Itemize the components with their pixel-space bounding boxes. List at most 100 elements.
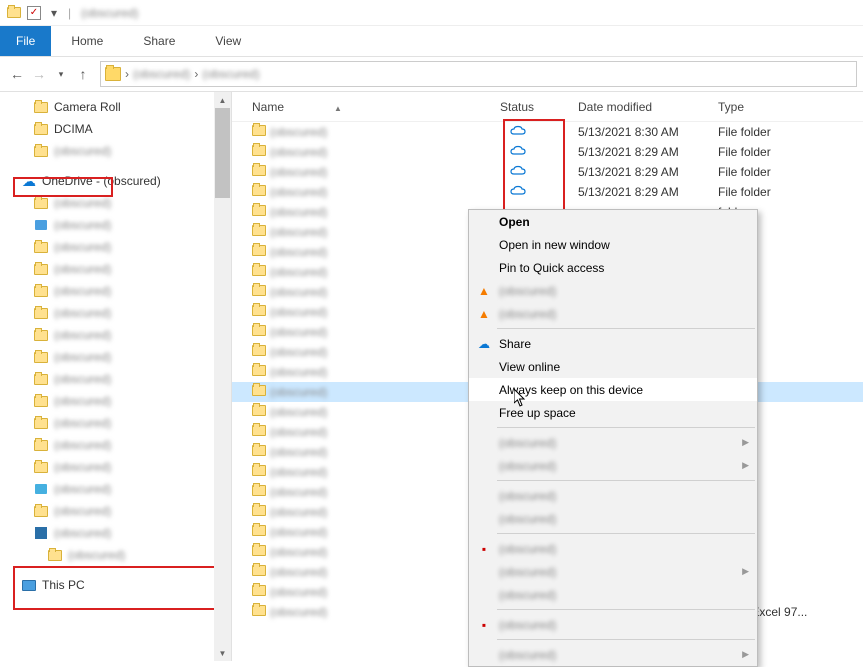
ctx-view-online[interactable]: View online: [469, 355, 757, 378]
tree-item[interactable]: This PC: [0, 574, 231, 596]
folder-icon: [32, 371, 50, 387]
folder-icon: [252, 145, 270, 159]
file-row[interactable]: (obscured)5/13/2021 8:29 AMFile folder: [232, 142, 863, 162]
breadcrumb-1[interactable]: (obscured): [133, 67, 190, 81]
file-status: [500, 125, 578, 140]
tree-item[interactable]: (obscured): [0, 140, 231, 162]
file-name: (obscured): [270, 205, 500, 219]
ctx-vlc-1[interactable]: ▲(obscured): [469, 279, 757, 302]
ctx-blur-1[interactable]: (obscured)▶: [469, 431, 757, 454]
tree-item[interactable]: (obscured): [0, 500, 231, 522]
tree-item[interactable]: (obscured): [0, 214, 231, 236]
column-headers: Name▲ Status Date modified Type: [232, 92, 863, 122]
tree-item[interactable]: (obscured): [0, 236, 231, 258]
tree-item[interactable]: (obscured): [0, 456, 231, 478]
folder-icon: [252, 385, 270, 399]
file-name: (obscured): [270, 285, 500, 299]
file-name: (obscured): [270, 345, 500, 359]
sidebar-scrollbar[interactable]: ▲ ▼: [214, 92, 231, 661]
ctx-open-new-window[interactable]: Open in new window: [469, 233, 757, 256]
tree-item[interactable]: (obscured): [0, 522, 231, 544]
tree-item[interactable]: (obscured): [0, 280, 231, 302]
scroll-thumb[interactable]: [215, 108, 230, 198]
chevron-right-icon: ▶: [742, 460, 749, 471]
qat-checkbox-icon[interactable]: ✓: [24, 6, 44, 20]
tree-item[interactable]: (obscured): [0, 544, 231, 566]
tree-item-label: (obscured): [54, 240, 111, 254]
home-tab[interactable]: Home: [51, 28, 123, 54]
tree-item[interactable]: (obscured): [0, 192, 231, 214]
navigation-pane: Camera RollDCIMA(obscured)☁OneDrive - (o…: [0, 92, 232, 661]
folder-icon: [252, 125, 270, 139]
tree-item[interactable]: (obscured): [0, 258, 231, 280]
ctx-vlc-2[interactable]: ▲(obscured): [469, 302, 757, 325]
tree-item-label: (obscured): [54, 482, 111, 496]
qat-dropdown-icon[interactable]: ▾: [44, 6, 64, 20]
forward-button[interactable]: →: [28, 66, 50, 82]
onedrive-icon: ☁: [475, 337, 493, 351]
file-row[interactable]: (obscured)5/13/2021 8:29 AMFile folder: [232, 162, 863, 182]
ctx-blur-3[interactable]: (obscured): [469, 484, 757, 507]
ctx-pin-quick-access[interactable]: Pin to Quick access: [469, 256, 757, 279]
share-tab[interactable]: Share: [123, 28, 195, 54]
file-tab[interactable]: File: [0, 26, 51, 56]
ctx-blur-8[interactable]: ▪(obscured): [469, 613, 757, 636]
tree-item[interactable]: (obscured): [0, 434, 231, 456]
thispc-icon: [20, 577, 38, 593]
folder-icon: [32, 327, 50, 343]
ctx-free-up-space[interactable]: Free up space: [469, 401, 757, 424]
back-button[interactable]: ←: [6, 66, 28, 82]
folder-icon: [252, 605, 270, 619]
column-type[interactable]: Type: [718, 100, 863, 114]
folder-icon: [252, 225, 270, 239]
tree-item[interactable]: (obscured): [0, 412, 231, 434]
folder-icon: [252, 305, 270, 319]
recent-dropdown[interactable]: ▾: [50, 69, 72, 80]
ctx-blur-7[interactable]: (obscured): [469, 583, 757, 606]
tree-item-label: (obscured): [54, 328, 111, 342]
scroll-down-icon[interactable]: ▼: [214, 645, 231, 661]
ctx-blur-9[interactable]: (obscured)▶: [469, 643, 757, 666]
ctx-blur-2[interactable]: (obscured)▶: [469, 454, 757, 477]
folder-icon: [252, 325, 270, 339]
folder-icon: [32, 195, 50, 211]
column-name[interactable]: Name▲: [252, 100, 500, 114]
folder-icon: [252, 565, 270, 579]
tree-item[interactable]: (obscured): [0, 324, 231, 346]
tree-item-label: (obscured): [54, 196, 111, 210]
file-name: (obscured): [270, 185, 500, 199]
ctx-blur-5[interactable]: ▪(obscured): [469, 537, 757, 560]
tree-item[interactable]: (obscured): [0, 346, 231, 368]
scroll-up-icon[interactable]: ▲: [214, 92, 231, 108]
ctx-separator: [497, 480, 755, 481]
tree-item[interactable]: Camera Roll: [0, 96, 231, 118]
view-tab[interactable]: View: [195, 28, 261, 54]
breadcrumb-2[interactable]: (obscured): [202, 67, 259, 81]
file-row[interactable]: (obscured)5/13/2021 8:29 AMFile folder: [232, 182, 863, 202]
ctx-share[interactable]: ☁Share: [469, 332, 757, 355]
ctx-open[interactable]: Open: [469, 210, 757, 233]
ctx-always-keep[interactable]: Always keep on this device: [469, 378, 757, 401]
tree-item-label: (obscured): [54, 438, 111, 452]
address-bar[interactable]: › (obscured) › (obscured): [100, 61, 857, 87]
folder-icon: [4, 7, 24, 18]
file-name: (obscured): [270, 605, 500, 619]
ctx-blur-6[interactable]: (obscured)▶: [469, 560, 757, 583]
tree-item[interactable]: (obscured): [0, 390, 231, 412]
tree-item[interactable]: (obscured): [0, 302, 231, 324]
tree-item[interactable]: (obscured): [0, 478, 231, 500]
tree-item[interactable]: ☁OneDrive - (obscured): [0, 170, 231, 192]
folder-icon: [252, 265, 270, 279]
file-name: (obscured): [270, 405, 500, 419]
column-status[interactable]: Status: [500, 100, 578, 114]
folder-icon: [252, 165, 270, 179]
address-folder-icon: [105, 67, 121, 81]
up-button[interactable]: ↑: [72, 66, 94, 82]
folder-icon: [252, 485, 270, 499]
tree-item[interactable]: DCIMA: [0, 118, 231, 140]
file-row[interactable]: (obscured)5/13/2021 8:30 AMFile folder: [232, 122, 863, 142]
ctx-blur-4[interactable]: (obscured): [469, 507, 757, 530]
column-date[interactable]: Date modified: [578, 100, 718, 114]
tree-item[interactable]: (obscured): [0, 368, 231, 390]
file-name: (obscured): [270, 585, 500, 599]
